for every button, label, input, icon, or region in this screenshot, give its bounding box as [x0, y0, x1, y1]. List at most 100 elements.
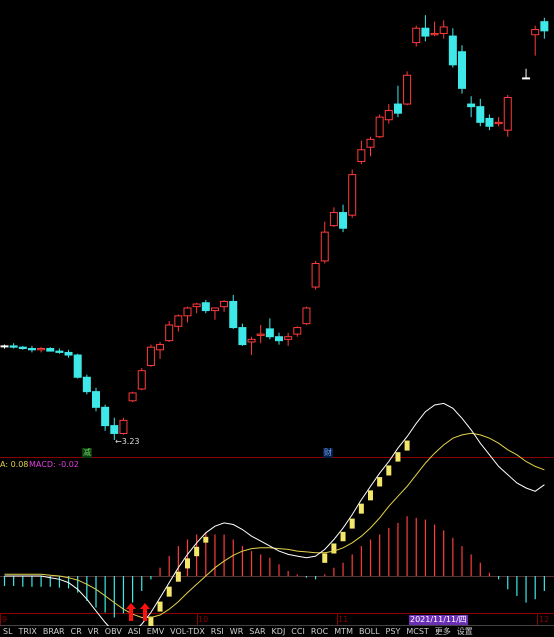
candle [412, 25, 421, 47]
candle [430, 21, 439, 37]
candle [156, 341, 165, 359]
tab-1[interactable]: TRIX [16, 626, 40, 637]
cursor-date-label: 2021/11/11/四 [409, 615, 468, 625]
indicator-tab-bar: SL TRIX BRAR CR VR OBV ASI EMV VOL-TDX RSI WR SAR KD… [0, 626, 554, 637]
tab-2[interactable]: BRAR [40, 626, 68, 637]
tab-5[interactable]: OBV [102, 626, 125, 637]
candle [128, 391, 137, 403]
tab-12[interactable]: KDJ [269, 626, 289, 637]
tab-13[interactable]: CCI [288, 626, 308, 637]
momentum-block [377, 477, 383, 487]
tab-16[interactable]: BOLL [356, 626, 383, 637]
tab-7[interactable]: EMV [144, 626, 167, 637]
candle [494, 117, 503, 127]
tab-0[interactable]: SL [0, 626, 16, 637]
candle [18, 345, 27, 350]
tab-14[interactable]: ROC [308, 626, 331, 637]
candle [503, 94, 512, 137]
candle [64, 349, 73, 358]
candle [119, 417, 128, 435]
momentum-block [194, 546, 200, 557]
candle [293, 326, 302, 337]
candle [329, 207, 338, 227]
candle [348, 169, 357, 218]
finance-marker[interactable]: 财 [323, 448, 333, 458]
date-tick-10: 10 [198, 615, 209, 624]
tab-11[interactable]: SAR [246, 626, 268, 637]
candle [311, 260, 320, 290]
candle [9, 343, 18, 349]
low-price-label: ←3.23 [115, 437, 140, 446]
candle [540, 17, 549, 39]
candle [302, 306, 311, 325]
date-tick-11: 11 [338, 615, 349, 624]
candle [229, 294, 238, 329]
candle [476, 98, 485, 127]
momentum-block [166, 586, 172, 597]
candle [467, 96, 476, 118]
candle [265, 318, 274, 340]
candle [210, 307, 219, 320]
candlestick-layer [0, 15, 549, 440]
candle [256, 324, 265, 344]
candle [366, 136, 375, 157]
momentum-block [404, 440, 410, 451]
tab-15[interactable]: MTM [331, 626, 356, 637]
momentum-block [203, 536, 209, 543]
momentum-block [358, 503, 364, 514]
macd-value-label: MACD: -0.02 [29, 460, 79, 469]
tab-8[interactable]: VOL-TDX [167, 626, 208, 637]
indicator-prefix: A: 0.08 [0, 460, 29, 469]
candle [522, 68, 531, 80]
candle [458, 45, 466, 94]
candle [137, 368, 146, 391]
tab-18[interactable]: MCST [403, 626, 431, 637]
candle [320, 221, 329, 264]
momentum-block [157, 601, 163, 612]
tab-6[interactable]: ASI [125, 626, 144, 637]
buy-signal-arrows [126, 603, 150, 621]
candle [439, 20, 448, 39]
panel-dividers [0, 457, 554, 626]
candle [247, 336, 256, 356]
up-arrow-icon [126, 603, 136, 621]
candle [384, 104, 393, 124]
tab-17[interactable]: PSY [383, 626, 404, 637]
candle [393, 85, 402, 118]
candle [192, 302, 201, 314]
tab-19[interactable]: 更多 [432, 626, 454, 637]
tab-3[interactable]: CR [68, 626, 85, 637]
candle [403, 71, 412, 106]
candle [421, 15, 430, 42]
stock-chart[interactable] [0, 0, 554, 637]
candle [485, 114, 494, 131]
candle [238, 323, 247, 346]
momentum-block [185, 558, 190, 569]
momentum-block [340, 531, 346, 542]
candle [27, 345, 36, 353]
candle [146, 344, 155, 367]
candle [375, 114, 384, 139]
momentum-block [331, 543, 337, 554]
momentum-block [349, 518, 355, 529]
reduce-marker[interactable]: 减 [82, 448, 92, 458]
candle [357, 140, 366, 165]
candle [183, 306, 192, 323]
candle [46, 347, 55, 352]
candle [275, 332, 283, 345]
candle [0, 344, 9, 349]
candle [448, 28, 457, 68]
date-tick-12: 12 [539, 615, 550, 624]
tab-9[interactable]: RSI [208, 626, 227, 637]
candle [174, 314, 183, 332]
tab-10[interactable]: WR [227, 626, 246, 637]
date-tick-9: 9 [2, 615, 8, 624]
tab-20[interactable]: 设置 [454, 626, 476, 637]
candle [101, 404, 110, 431]
candle [201, 300, 210, 314]
momentum-block [175, 571, 181, 582]
candle [73, 353, 82, 379]
momentum-block [395, 452, 401, 462]
tab-4[interactable]: VR [85, 626, 102, 637]
momentum-block [322, 553, 328, 563]
